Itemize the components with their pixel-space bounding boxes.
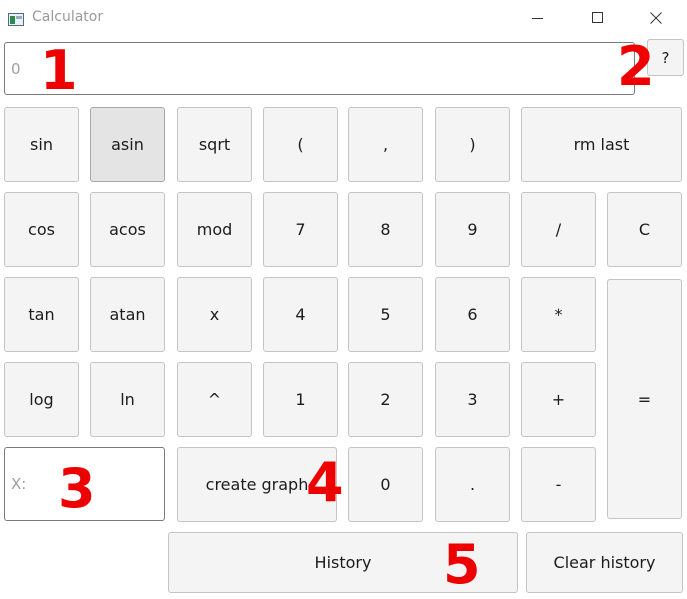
title-bar: Calculator (0, 0, 687, 36)
sin-button[interactable]: sin (4, 107, 79, 182)
clear-history-button[interactable]: Clear history (526, 532, 683, 593)
annotation-2: 2 (617, 35, 655, 98)
x-input-placeholder: X: (11, 475, 27, 493)
clear-button[interactable]: C (607, 192, 682, 267)
asin-button[interactable]: asin (90, 107, 165, 182)
digit-4-button[interactable]: 4 (263, 277, 338, 352)
plus-button[interactable]: + (521, 362, 596, 437)
close-button[interactable] (633, 0, 679, 36)
digit-2-button[interactable]: 2 (348, 362, 423, 437)
window-title: Calculator (32, 9, 104, 25)
maximize-icon (592, 12, 604, 24)
minus-button[interactable]: - (521, 447, 596, 522)
rm-last-button[interactable]: rm last (521, 107, 682, 182)
annotation-5: 5 (443, 533, 481, 596)
ln-button[interactable]: ln (90, 362, 165, 437)
sqrt-button[interactable]: sqrt (177, 107, 252, 182)
display-value: 0 (11, 59, 21, 78)
digit-1-button[interactable]: 1 (263, 362, 338, 437)
digit-7-button[interactable]: 7 (263, 192, 338, 267)
cos-button[interactable]: cos (4, 192, 79, 267)
minimize-button[interactable] (515, 0, 561, 36)
digit-6-button[interactable]: 6 (435, 277, 510, 352)
equals-button[interactable]: = (607, 279, 682, 519)
expression-display[interactable]: 0 (4, 42, 635, 95)
app-icon (8, 11, 24, 26)
maximize-button[interactable] (575, 0, 621, 36)
power-button[interactable]: ^ (177, 362, 252, 437)
digit-5-button[interactable]: 5 (348, 277, 423, 352)
divide-button[interactable]: / (521, 192, 596, 267)
digit-3-button[interactable]: 3 (435, 362, 510, 437)
log-button[interactable]: log (4, 362, 79, 437)
annotation-4: 4 (306, 451, 344, 514)
multiply-button[interactable]: * (521, 277, 596, 352)
x-variable-button[interactable]: x (177, 277, 252, 352)
close-icon (650, 12, 662, 24)
decimal-button[interactable]: . (435, 447, 510, 522)
digit-8-button[interactable]: 8 (348, 192, 423, 267)
digit-9-button[interactable]: 9 (435, 192, 510, 267)
close-paren-button[interactable]: ) (435, 107, 510, 182)
digit-0-button[interactable]: 0 (348, 447, 423, 522)
open-paren-button[interactable]: ( (263, 107, 338, 182)
comma-button[interactable]: , (348, 107, 423, 182)
annotation-3: 3 (58, 457, 96, 520)
atan-button[interactable]: atan (90, 277, 165, 352)
minimize-icon (532, 12, 544, 24)
annotation-1: 1 (40, 39, 78, 102)
mod-button[interactable]: mod (177, 192, 252, 267)
acos-button[interactable]: acos (90, 192, 165, 267)
tan-button[interactable]: tan (4, 277, 79, 352)
